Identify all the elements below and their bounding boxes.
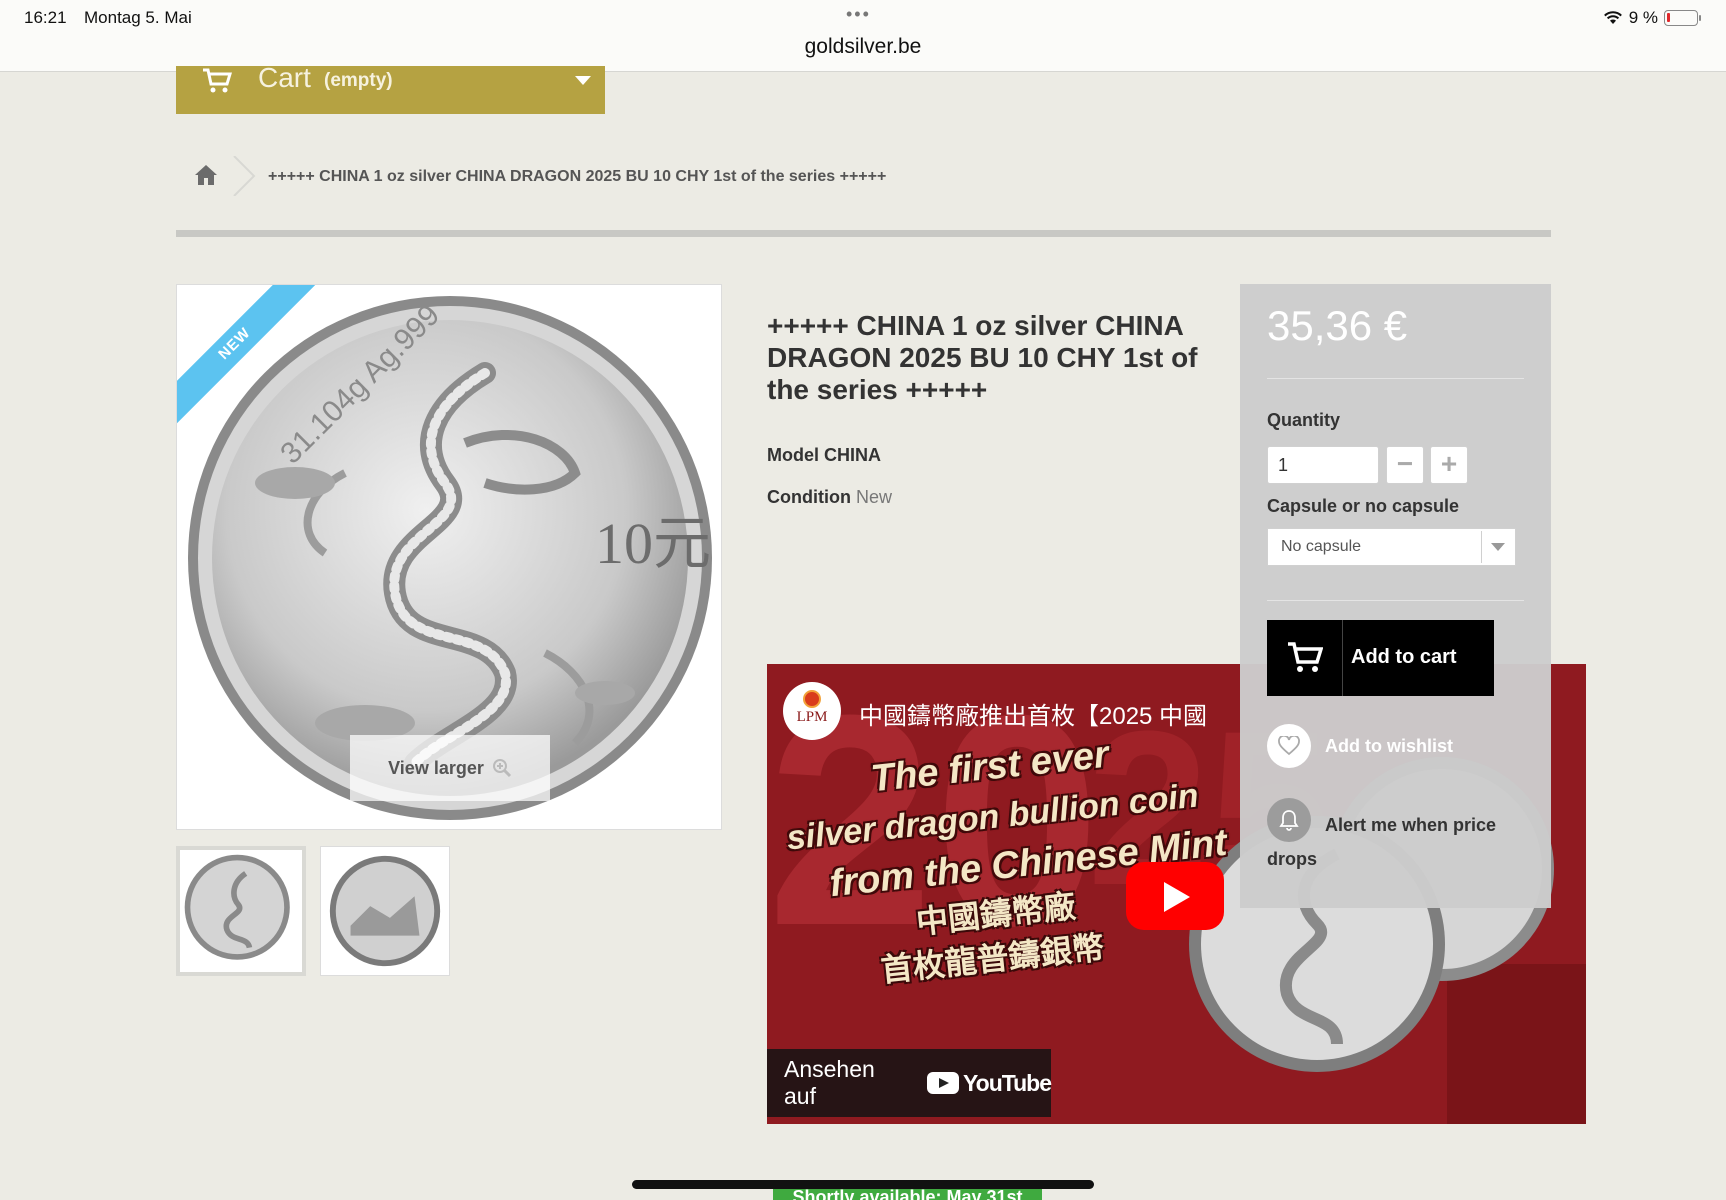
breadcrumb-current: +++++ CHINA 1 oz silver CHINA DRAGON 202… [268,168,887,185]
buy-box: 35,36 € Quantity 1 − + Capsule or no cap… [1240,284,1551,908]
model-value: CHINA [824,445,882,465]
home-icon[interactable] [194,164,218,186]
youtube-logo: YouTube [927,1069,1052,1097]
quantity-label: Quantity [1267,410,1341,430]
chevron-down-icon [575,76,591,85]
zoom-icon [492,759,511,778]
cart-label: Cart [258,62,311,93]
channel-logo[interactable]: LPM [783,682,841,740]
capsule-selected-value: No capsule [1281,538,1362,555]
add-to-cart-icon-box [1267,620,1343,696]
thumbnail-front[interactable] [176,846,306,976]
cart-dropdown[interactable]: Cart (empty) [176,62,605,114]
status-date: Montag 5. Mai [84,8,192,27]
home-indicator[interactable] [632,1180,1094,1189]
channel-logo-text: LPM [796,709,828,725]
bell-icon [1267,798,1311,842]
cart-status: (empty) [324,70,393,91]
product-condition: Condition New [767,487,892,508]
status-indicators: 9 % [1603,8,1701,28]
coin-denomination: 10元 [595,511,711,576]
watch-on-youtube-button[interactable]: Ansehen auf YouTube [767,1049,1052,1117]
view-larger-button[interactable]: View larger [350,735,550,801]
view-larger-label: View larger [388,757,484,778]
multitasking-dots[interactable]: ••• [846,4,871,25]
channel-logo-sun-icon [803,690,821,708]
battery-icon [1664,10,1701,26]
cart-icon [203,68,232,93]
heart-icon [1267,724,1311,768]
quantity-decrease-button[interactable]: − [1386,446,1424,484]
chevron-down-icon [1481,531,1513,563]
wifi-icon [1603,11,1622,24]
buybox-divider-bottom [1267,600,1524,601]
coin-thumbnail-front [184,854,290,960]
capsule-select[interactable]: No capsule [1267,528,1516,566]
buybox-divider-top [1267,378,1524,379]
model-label: Model [767,445,819,465]
condition-value: New [856,487,893,507]
breadcrumb: +++++ CHINA 1 oz silver CHINA DRAGON 202… [176,150,1551,206]
product-model: Model CHINA [767,445,881,466]
quantity-increase-button[interactable]: + [1430,446,1468,484]
address-bar-url[interactable]: goldsilver.be [0,35,1726,59]
watch-on-label: Ansehen auf [784,1056,875,1109]
youtube-icon [927,1072,960,1094]
quantity-input[interactable]: 1 [1267,446,1379,484]
wishlist-label: Add to wishlist [1325,735,1453,756]
breadcrumb-divider [176,230,1551,237]
status-time: 16:21 [24,8,67,27]
youtube-wordmark: YouTube [963,1069,1052,1096]
product-price: 35,36 € [1267,302,1408,349]
breadcrumb-separator [233,156,256,196]
battery-level [1667,13,1670,22]
product-title: +++++ CHINA 1 oz silver CHINA DRAGON 202… [767,310,1198,405]
battery-percentage: 9 % [1628,8,1658,27]
play-icon[interactable] [1126,862,1224,930]
add-to-cart-button[interactable]: Add to cart [1267,620,1494,696]
thumbnail-back[interactable] [320,846,450,976]
coin-thumbnail-back [329,855,441,967]
capsule-label: Capsule or no capsule [1267,496,1460,516]
cart-icon [1288,642,1323,672]
add-to-wishlist-link[interactable]: Add to wishlist [1267,724,1453,768]
condition-label: Condition [767,487,851,507]
video-headline: The first ever silver dragon bullion coi… [779,716,1261,1001]
add-to-cart-label: Add to cart [1351,646,1457,668]
product-main-image[interactable]: 10元 31.104g Ag.999 NEW View larger [176,284,722,830]
